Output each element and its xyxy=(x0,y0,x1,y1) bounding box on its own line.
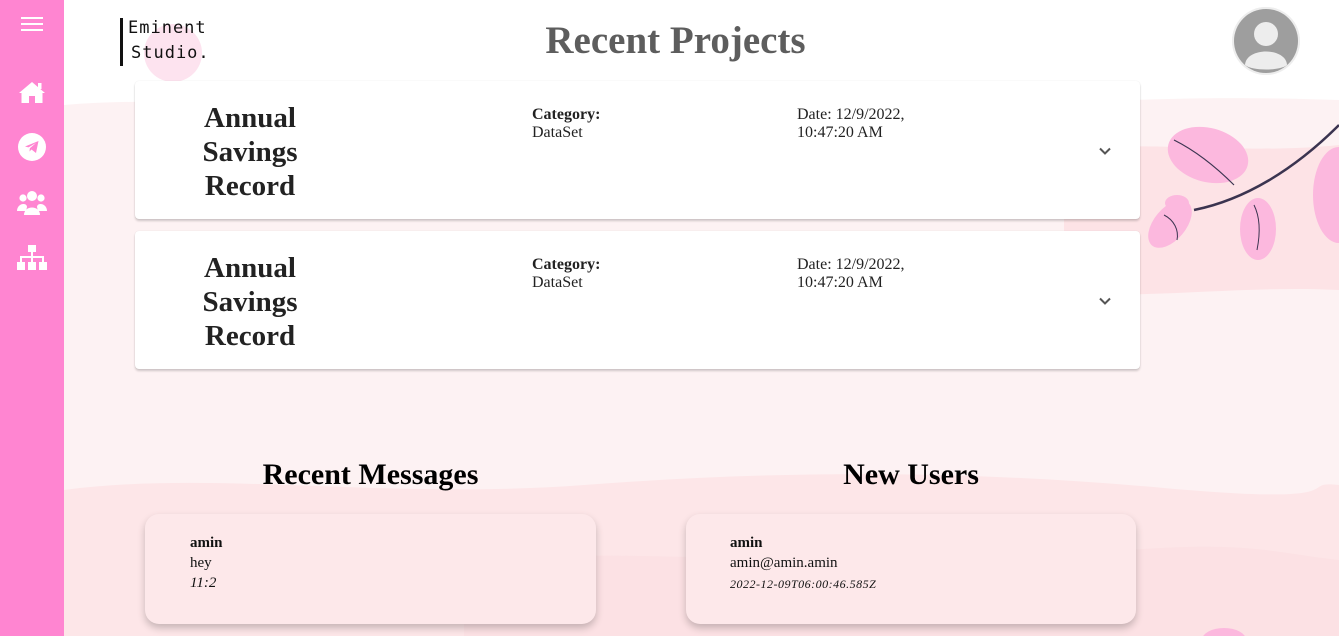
project-title: Annual Savings Record xyxy=(202,252,298,352)
users-icon xyxy=(17,191,47,215)
sidebar-item-structure[interactable] xyxy=(16,242,48,274)
date-line-2: 10:47:20 AM xyxy=(797,124,883,141)
message-sender: amin xyxy=(190,535,223,551)
project-date: Date: 12/9/2022, 10:47:20 AM xyxy=(797,106,927,142)
user-name: amin xyxy=(730,535,763,551)
chevron-down-icon xyxy=(1099,297,1111,305)
message-time: 11:2 xyxy=(190,575,217,591)
project-category: Category: DataSet xyxy=(532,256,600,292)
sitemap-icon xyxy=(17,245,47,270)
expand-button[interactable] xyxy=(1097,143,1113,159)
sidebar-item-users[interactable] xyxy=(16,186,48,218)
category-value: DataSet xyxy=(532,274,583,291)
page-title: Recent Projects xyxy=(545,19,806,62)
user-avatar-icon xyxy=(1232,7,1300,75)
date-line-1: Date: 12/9/2022, xyxy=(797,256,905,273)
user-created: 2022-12-09T06:00:46.585Z xyxy=(730,577,877,591)
recent-messages-title: Recent Messages xyxy=(262,458,479,491)
project-card[interactable]: Annual Savings Record Category: DataSet … xyxy=(135,81,1140,219)
telegram-icon xyxy=(18,133,46,161)
message-text: hey xyxy=(190,555,212,571)
user-email: amin@amin.amin xyxy=(730,555,838,571)
sidebar xyxy=(0,0,64,636)
user-card[interactable]: amin amin@amin.amin 2022-12-09T06:00:46.… xyxy=(686,514,1136,624)
date-line-2: 10:47:20 AM xyxy=(797,274,883,291)
avatar[interactable] xyxy=(1232,7,1300,75)
category-label: Category: xyxy=(532,256,601,273)
category-value: DataSet xyxy=(532,124,583,141)
project-title: Annual Savings Record xyxy=(202,102,298,202)
menu-button[interactable] xyxy=(16,8,48,40)
menu-icon xyxy=(21,17,43,31)
chevron-down-icon xyxy=(1099,147,1111,155)
date-line-1: Date: 12/9/2022, xyxy=(797,106,905,123)
project-date: Date: 12/9/2022, 10:47:20 AM xyxy=(797,256,927,292)
sidebar-item-home[interactable] xyxy=(16,76,48,108)
project-card[interactable]: Annual Savings Record Category: DataSet … xyxy=(135,231,1140,369)
new-users-title: New Users xyxy=(843,458,979,491)
category-label: Category: xyxy=(532,106,601,123)
project-category: Category: DataSet xyxy=(532,106,600,142)
sidebar-item-messages[interactable] xyxy=(16,131,48,163)
message-card[interactable]: amin hey 11:2 xyxy=(145,514,596,624)
expand-button[interactable] xyxy=(1097,293,1113,309)
home-icon xyxy=(19,82,45,103)
